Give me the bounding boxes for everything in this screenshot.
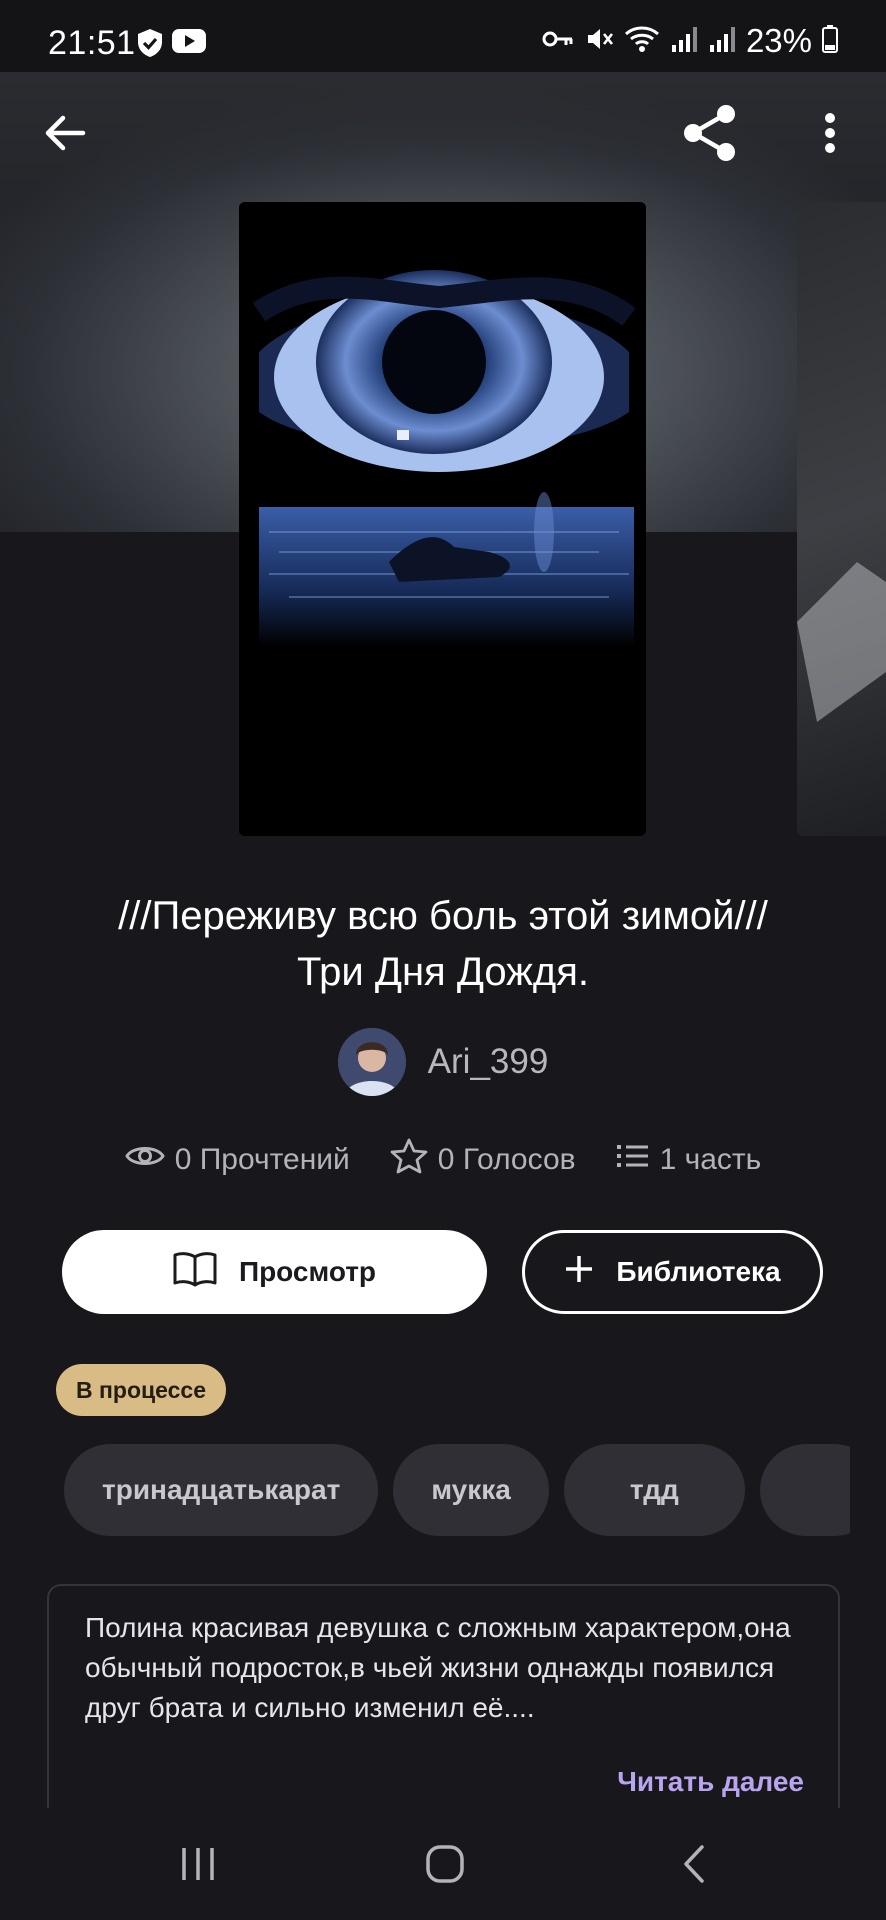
share-button[interactable] xyxy=(680,104,740,167)
mute-icon xyxy=(584,24,614,59)
shield-check-icon xyxy=(136,28,164,63)
add-to-library-button[interactable]: Библиотека xyxy=(522,1230,823,1314)
status-badge: В процессе xyxy=(56,1364,226,1416)
status-indicators: 23% xyxy=(542,22,838,60)
read-more-link[interactable]: Читать далее xyxy=(617,1766,804,1798)
tag-chip-partial[interactable] xyxy=(759,1444,850,1536)
next-book-cover[interactable] xyxy=(797,202,886,836)
parts-count: 1 часть xyxy=(659,1143,762,1176)
votes-count: 0 Голосов xyxy=(437,1143,576,1176)
tag-chip[interactable]: мукка xyxy=(393,1444,549,1536)
book-cover-art xyxy=(239,202,646,836)
reads-stat: 0 Прочтений xyxy=(124,1142,350,1178)
chevron-left-icon xyxy=(680,1844,710,1889)
youtube-icon xyxy=(172,28,206,59)
eye-icon xyxy=(124,1142,165,1178)
back-nav-button[interactable] xyxy=(665,1836,725,1896)
library-button-label: Библиотека xyxy=(616,1256,781,1287)
book-title-line-1: ///Переживу всю боль этой зимой/// xyxy=(118,894,768,938)
author-name[interactable]: Ari_399 xyxy=(428,1042,549,1082)
plus-icon xyxy=(564,1254,594,1291)
tag-chip[interactable]: тдд xyxy=(563,1444,745,1536)
recent-apps-button[interactable] xyxy=(168,1836,228,1896)
list-icon xyxy=(616,1142,650,1178)
tag-chip[interactable]: тринадцатькарат xyxy=(64,1444,379,1536)
more-vertical-icon xyxy=(824,112,836,159)
home-button[interactable] xyxy=(415,1836,475,1896)
votes-stat: 0 Голосов xyxy=(390,1138,576,1182)
battery-percent: 23% xyxy=(745,22,812,59)
book-open-icon xyxy=(173,1251,217,1294)
signal-icon-2 xyxy=(708,25,736,58)
stats-row: 0 Прочтений 0 Голосов 1 часть xyxy=(0,1138,886,1182)
status-time: 21:51 xyxy=(48,24,136,62)
author-row[interactable]: Ari_399 xyxy=(0,1028,886,1096)
parts-stat: 1 часть xyxy=(616,1142,762,1178)
star-icon xyxy=(390,1138,428,1182)
tags-row[interactable]: тринадцатькарат мукка тдд xyxy=(64,1444,850,1536)
view-button[interactable]: Просмотр xyxy=(62,1230,487,1314)
home-icon xyxy=(425,1844,465,1889)
view-button-label: Просмотр xyxy=(238,1256,377,1287)
wifi-icon xyxy=(624,24,660,59)
recent-apps-icon xyxy=(178,1846,218,1887)
arrow-left-icon xyxy=(43,113,87,158)
share-icon xyxy=(681,104,739,167)
back-button[interactable] xyxy=(35,105,95,165)
signal-icon xyxy=(670,25,698,58)
book-title: ///Переживу всю боль этой зимой/// Три Д… xyxy=(0,888,886,1000)
book-cover[interactable] xyxy=(239,202,646,836)
status-bar: 21:51 23% xyxy=(0,0,886,72)
system-nav-bar xyxy=(0,1808,886,1920)
more-options-button[interactable] xyxy=(800,105,860,165)
avatar[interactable] xyxy=(337,1028,406,1096)
book-title-line-2: Три Дня Дождя. xyxy=(296,950,590,994)
reads-count: 0 Прочтений xyxy=(174,1143,350,1176)
battery-icon xyxy=(822,24,838,58)
description-text: Полина красивая девушка с сложным характ… xyxy=(85,1612,791,1723)
vpn-key-icon xyxy=(542,29,574,54)
